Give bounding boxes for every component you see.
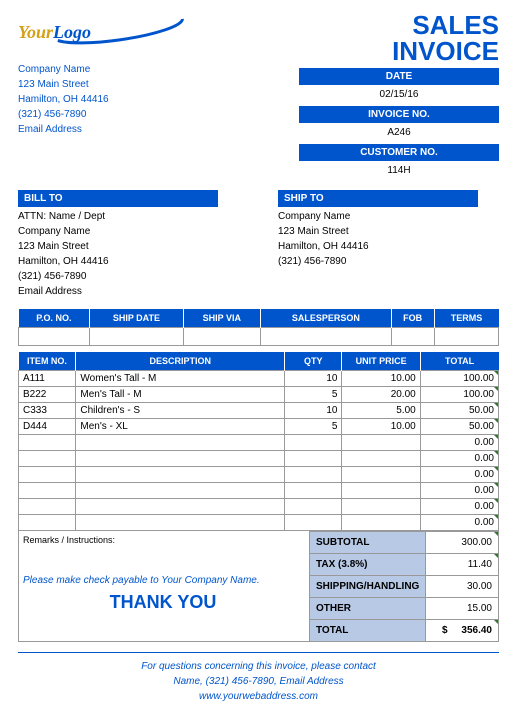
remarks-label: Remarks / Instructions: (23, 535, 305, 545)
shipto-phone: (321) 456-7890 (278, 254, 478, 269)
shipdate-header: SHIP DATE (90, 309, 183, 328)
company-info: Company Name 123 Main Street Hamilton, O… (18, 62, 208, 137)
item-row: 0.00 (19, 435, 499, 451)
date-value: 02/15/16 (299, 85, 499, 104)
date-label: DATE (299, 68, 499, 85)
terms-header: TERMS (434, 309, 498, 328)
other-label: OTHER (310, 598, 426, 620)
grandtotal-value: $ 356.40 (426, 620, 499, 642)
billto-city: Hamilton, OH 44416 (18, 254, 218, 269)
shipping-value: 30.00 (426, 576, 499, 598)
shipping-table: P.O. NO. SHIP DATE SHIP VIA SALESPERSON … (18, 309, 499, 346)
shipping-label: SHIPPING/HANDLING (310, 576, 426, 598)
shipto-name: Company Name (278, 209, 478, 224)
shipto-street: 123 Main Street (278, 224, 478, 239)
item-row: B222Men's Tall - M520.00100.00 (19, 387, 499, 403)
company-email: Email Address (18, 122, 208, 137)
invoice-no-value: A246 (299, 123, 499, 142)
qty-header: QTY (285, 352, 342, 371)
item-row: 0.00 (19, 483, 499, 499)
total-header: TOTAL (420, 352, 498, 371)
item-row: 0.00 (19, 499, 499, 515)
invoice-no-label: INVOICE NO. (299, 106, 499, 123)
desc-header: DESCRIPTION (76, 352, 285, 371)
footer-line2: Name, (321) 456-7890, Email Address (18, 674, 499, 689)
shipping-row (19, 328, 499, 346)
shipto-body: Company Name 123 Main Street Hamilton, O… (278, 207, 478, 269)
item-row: 0.00 (19, 515, 499, 531)
shipto-header: SHIP TO (278, 190, 478, 207)
itemno-header: ITEM NO. (19, 352, 76, 371)
footer-line1: For questions concerning this invoice, p… (18, 659, 499, 674)
salesperson-header: SALESPERSON (261, 309, 392, 328)
shipvia-header: SHIP VIA (183, 309, 261, 328)
company-phone: (321) 456-7890 (18, 107, 208, 122)
grandtotal-label: TOTAL (310, 620, 426, 642)
price-header: UNIT PRICE (342, 352, 420, 371)
billto-body: ATTN: Name / Dept Company Name 123 Main … (18, 207, 218, 299)
company-city: Hamilton, OH 44416 (18, 92, 208, 107)
other-value: 15.00 (426, 598, 499, 620)
thank-you: THANK YOU (23, 592, 303, 613)
tax-value: 11.40 (426, 554, 499, 576)
company-name: Company Name (18, 62, 208, 77)
shipto-city: Hamilton, OH 44416 (278, 239, 478, 254)
subtotal-value: 300.00 (426, 532, 499, 554)
billto-phone: (321) 456-7890 (18, 269, 218, 284)
item-row: A111Women's Tall - M1010.00100.00 (19, 371, 499, 387)
company-street: 123 Main Street (18, 77, 208, 92)
footer-url[interactable]: www.yourwebaddress.com (199, 691, 318, 702)
payable-note: Please make check payable to Your Compan… (23, 575, 305, 586)
item-row: 0.00 (19, 467, 499, 483)
invoice-title-line2: INVOICE (299, 38, 499, 64)
subtotal-label: SUBTOTAL (310, 532, 426, 554)
item-row: D444Men's - XL510.0050.00 (19, 419, 499, 435)
billto-email: Email Address (18, 284, 218, 299)
totals-block: SUBTOTAL300.00 TAX (3.8%)11.40 SHIPPING/… (309, 531, 499, 642)
tax-label: TAX (3.8%) (310, 554, 426, 576)
item-row: C333Children's - S105.0050.00 (19, 403, 499, 419)
billto-header: BILL TO (18, 190, 218, 207)
billto-street: 123 Main Street (18, 239, 218, 254)
fob-header: FOB (391, 309, 434, 328)
item-row: 0.00 (19, 451, 499, 467)
company-logo: YourLogo (18, 12, 208, 52)
po-header: P.O. NO. (19, 309, 90, 328)
invoice-title-line1: SALES (299, 12, 499, 38)
customer-no-label: CUSTOMER NO. (299, 144, 499, 161)
billto-name: Company Name (18, 224, 218, 239)
footer: For questions concerning this invoice, p… (18, 652, 499, 704)
items-table: ITEM NO. DESCRIPTION QTY UNIT PRICE TOTA… (18, 352, 499, 531)
customer-no-value: 114H (299, 161, 499, 180)
billto-attn: ATTN: Name / Dept (18, 209, 218, 224)
